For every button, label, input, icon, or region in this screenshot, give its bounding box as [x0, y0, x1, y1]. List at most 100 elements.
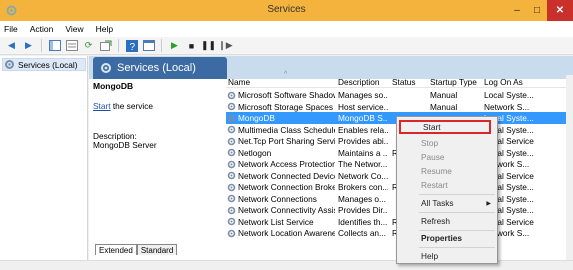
console-tree-icon[interactable] [48, 39, 61, 52]
services-pane: Services (Local) MongoDB Start the servi… [89, 56, 573, 260]
menu-help[interactable]: Help [96, 24, 113, 34]
gear-icon [227, 125, 236, 134]
cell-description: Maintains a ... [338, 147, 388, 158]
list-view-icon[interactable] [65, 39, 78, 52]
cell-name: Microsoft Storage Spaces S... [227, 102, 335, 112]
service-name: Network Connections [238, 193, 317, 204]
submenu-arrow-icon: ▶ [486, 200, 491, 207]
gear-icon [227, 91, 236, 99]
column-status[interactable]: Status [392, 77, 416, 87]
cell-name: Network Connectivity Assis... [227, 205, 335, 215]
cell-name: Network Connection Broker [227, 182, 335, 192]
menu-item-help[interactable]: Help [397, 249, 497, 263]
menu-item-start[interactable]: Start [399, 120, 491, 134]
back-icon[interactable]: ◀ [5, 39, 18, 52]
forward-icon[interactable]: ▶ [22, 39, 35, 52]
tree-item-services-local[interactable]: Services (Local) [2, 58, 86, 71]
service-name: Net.Tcp Port Sharing Service [238, 136, 335, 146]
help-icon[interactable]: ? [125, 39, 138, 52]
pane-header-tab: Services (Local) [93, 57, 227, 79]
menu-item-pause[interactable]: Pause [397, 150, 497, 164]
start-service-suffix: the service [110, 101, 153, 111]
gear-icon [227, 229, 236, 237]
menu-bar: File Action View Help [0, 21, 573, 37]
column-header-row: Name ^ Description Status Startup Type L… [226, 71, 573, 88]
cell-description: Enables rela... [338, 124, 388, 135]
cell-logon: Local Syste... [484, 90, 534, 100]
menu-separator [419, 212, 495, 213]
vertical-scrollbar[interactable] [566, 75, 573, 260]
close-button[interactable]: ✕ [547, 0, 573, 21]
column-name[interactable]: Name [228, 77, 250, 87]
service-name: Netlogon [238, 147, 272, 158]
gear-icon [227, 148, 236, 157]
service-name: Network Location Awareness [238, 228, 335, 238]
refresh-icon[interactable]: ⟳ [82, 39, 95, 52]
service-name: Microsoft Software Shadow... [238, 90, 335, 100]
menu-item-all-tasks[interactable]: All Tasks ▶ [397, 196, 497, 210]
maximize-button[interactable]: □ [528, 0, 546, 21]
gear-icon [227, 102, 236, 111]
stop-service-icon[interactable]: ■ [185, 39, 198, 52]
gear-icon [227, 160, 236, 168]
column-description[interactable]: Description [338, 77, 380, 87]
menu-separator [419, 194, 495, 195]
cell-description: Host service... [338, 101, 388, 112]
service-name: Multimedia Class Scheduler [238, 124, 335, 135]
gear-icon [227, 171, 236, 180]
menu-view[interactable]: View [65, 24, 83, 34]
toolbar-divider [118, 39, 119, 52]
gear-icon [227, 206, 236, 214]
start-service-icon[interactable]: ▶ [168, 39, 181, 52]
console-tree: Services (Local) [0, 56, 88, 260]
service-name: Network Connected Device... [238, 170, 335, 181]
pause-service-icon[interactable]: ❚❚ [201, 39, 216, 52]
cell-description: The Networ... [338, 159, 388, 169]
pane-title: Services (Local) [117, 62, 196, 74]
cell-name: Network List Service [227, 217, 335, 227]
menu-item-resume[interactable]: Resume [397, 164, 497, 178]
restart-service-icon[interactable]: ❙▶ [218, 39, 232, 52]
gear-icon [227, 194, 236, 203]
cell-description: MongoDB S... [338, 113, 388, 123]
view-tabs: Extended Standard [95, 243, 178, 255]
cell-description: Manages o... [338, 193, 386, 204]
minimize-button[interactable]: – [506, 0, 528, 21]
cell-description: Identifies th... [338, 216, 388, 227]
service-name: Microsoft Storage Spaces S... [238, 101, 335, 112]
cell-logon: Network S... [484, 101, 530, 112]
cell-name: Network Location Awareness [227, 228, 335, 238]
services-window: Services – □ ✕ File Action View Help ◀ ▶… [0, 0, 573, 270]
menu-item-properties[interactable]: Properties [397, 231, 497, 245]
column-startup-type[interactable]: Startup Type [430, 77, 477, 87]
cell-description: Brokers con... [338, 182, 388, 192]
title-bar[interactable]: Services – □ ✕ [0, 0, 573, 21]
tab-extended[interactable]: Extended [95, 244, 137, 255]
service-name: Network Connection Broker [238, 182, 335, 192]
cell-name: Microsoft Software Shadow... [227, 90, 335, 100]
table-row[interactable]: Microsoft Storage Spaces S...Host servic… [226, 101, 573, 113]
gear-icon [227, 217, 236, 226]
table-row[interactable]: Microsoft Software Shadow... Manages so..… [226, 89, 573, 101]
service-name: Network Access Protection ... [238, 159, 335, 169]
properties-icon[interactable] [142, 39, 155, 52]
menu-action[interactable]: Action [30, 24, 54, 34]
gear-icon [227, 137, 236, 145]
gear-icon [101, 63, 111, 73]
start-service-link[interactable]: Start [93, 101, 111, 111]
toolbar: ◀ ▶ ⟳ ? ▶ ■ ❚❚ ❙▶ [0, 37, 573, 55]
column-log-on-as[interactable]: Log On As [484, 77, 523, 87]
menu-item-restart[interactable]: Restart [397, 178, 497, 192]
menu-item-stop[interactable]: Stop [397, 136, 497, 150]
cell-name: Network Connected Device... [227, 171, 335, 181]
menu-file[interactable]: File [4, 24, 18, 34]
description-text: MongoDB Server [93, 140, 157, 150]
menu-item-refresh[interactable]: Refresh [397, 214, 497, 228]
cell-description: Network Co... [338, 170, 388, 181]
export-icon[interactable] [99, 39, 112, 52]
context-menu: Start Stop Pause Resume Restart All Task… [396, 116, 498, 264]
tab-standard[interactable]: Standard [136, 244, 178, 255]
svg-text:?: ? [129, 42, 135, 52]
service-name: Network List Service [238, 216, 314, 227]
cell-name: MongoDB [227, 113, 335, 123]
